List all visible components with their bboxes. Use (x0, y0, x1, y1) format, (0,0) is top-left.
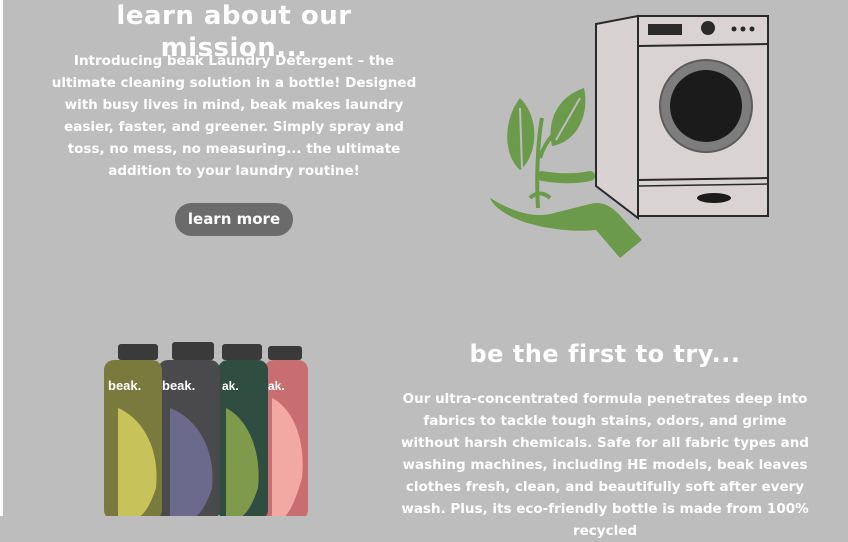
washing-machine-icon (595, 14, 769, 221)
detergent-bottles-image: ak. ak. beak. beak. (104, 342, 308, 516)
bottle-forest: ak. (218, 344, 268, 516)
bottle-label-1: beak. (108, 378, 141, 393)
washing-machine-plant-illustration (490, 14, 769, 258)
bottle-olive: beak. (104, 344, 162, 516)
bottle-label-2: beak. (162, 378, 195, 393)
bottle-label-4: ak. (268, 379, 285, 393)
left-edge-strip (0, 0, 3, 516)
bottle-slate: beak. (158, 342, 220, 516)
try-heading: be the first to try... (469, 340, 741, 368)
learn-more-button[interactable]: learn more (175, 203, 293, 236)
bottle-rose: ak. (264, 346, 308, 516)
bottle-label-3: ak. (222, 379, 239, 393)
try-description: Our ultra-concentrated formula penetrate… (401, 391, 809, 539)
mission-description: Introducing beak Laundry Detergent – the… (51, 53, 417, 179)
